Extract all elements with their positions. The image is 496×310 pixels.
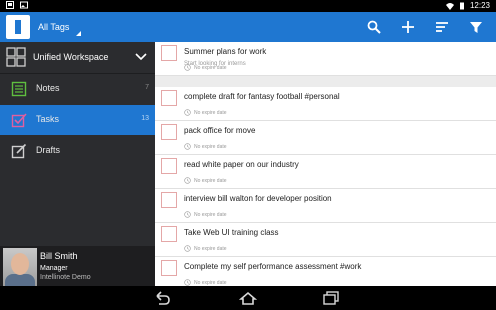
avatar	[3, 248, 37, 286]
clock-icon	[184, 109, 191, 116]
task-checkbox[interactable]	[161, 192, 177, 208]
add-icon[interactable]	[400, 19, 416, 35]
task-expire-label: No expire date	[194, 177, 227, 184]
action-bar: All Tags	[0, 12, 496, 42]
search-icon[interactable]	[366, 19, 382, 35]
user-name: Bill Smith	[40, 251, 78, 261]
task-item[interactable]: read white paper on our industry No expi…	[155, 155, 496, 189]
task-item[interactable]: pack office for move No expire date	[155, 121, 496, 155]
sidebar-item-label: Tasks	[36, 114, 60, 124]
task-expire: No expire date	[184, 109, 227, 116]
task-title: Take Web UI training class	[184, 228, 279, 237]
task-expire: No expire date	[184, 245, 227, 252]
task-title: pack office for move	[184, 126, 256, 135]
workspace-grid-icon	[6, 47, 26, 67]
tasks-icon	[11, 113, 27, 128]
task-item[interactable]: complete draft for fantasy football #per…	[155, 87, 496, 121]
sidebar-item-notes[interactable]: Notes 7	[0, 74, 155, 104]
task-checkbox[interactable]	[161, 226, 177, 242]
battery-icon	[459, 2, 464, 9]
task-item[interactable]: Summer plans for work Start looking for …	[155, 42, 496, 76]
task-item[interactable]: Take Web UI training class No expire dat…	[155, 223, 496, 257]
clock-icon	[184, 64, 191, 71]
sidebar: Unified Workspace Notes 7 Tasks 13 Draft…	[0, 42, 155, 286]
tag-filter-label: All Tags	[38, 22, 70, 32]
clock-icon	[184, 177, 191, 184]
clock-icon	[184, 143, 191, 150]
task-item[interactable]: Complete my self performance assessment …	[155, 257, 496, 286]
task-expire-label: No expire date	[194, 245, 227, 252]
task-expire: No expire date	[184, 143, 227, 150]
task-title: complete draft for fantasy football #per…	[184, 92, 340, 101]
chevron-down-icon	[135, 53, 147, 61]
workspace-selector[interactable]: Unified Workspace	[0, 42, 155, 72]
sidebar-item-label: Drafts	[36, 145, 61, 155]
task-expire-label: No expire date	[194, 143, 227, 150]
task-title: Complete my self performance assessment …	[184, 262, 362, 271]
notes-icon	[11, 81, 27, 97]
sidebar-item-count: 13	[141, 115, 149, 122]
home-icon[interactable]	[239, 290, 257, 306]
task-checkbox[interactable]	[161, 45, 177, 61]
task-expire: No expire date	[184, 279, 227, 286]
user-org: Intellinote Demo	[40, 274, 91, 281]
task-title: interview bill walton for developer posi…	[184, 194, 332, 203]
recent-apps-icon[interactable]	[322, 290, 340, 306]
clock-icon	[184, 279, 191, 286]
status-bar: 12:23	[0, 0, 496, 12]
task-title: Summer plans for work	[184, 47, 267, 56]
wifi-icon	[445, 2, 454, 10]
workspace-label: Unified Workspace	[33, 52, 109, 62]
drafts-icon	[11, 143, 27, 159]
task-expire-label: No expire date	[194, 279, 227, 286]
task-checkbox[interactable]	[161, 158, 177, 174]
task-list: Summer plans for work Start looking for …	[155, 42, 496, 286]
task-item[interactable]: interview bill walton for developer posi…	[155, 189, 496, 223]
task-expire-label: No expire date	[194, 109, 227, 116]
task-expire: No expire date	[184, 211, 227, 218]
dropdown-caret-icon	[76, 31, 82, 36]
back-icon[interactable]	[153, 290, 171, 306]
task-expire: No expire date	[184, 64, 227, 71]
task-checkbox[interactable]	[161, 260, 177, 276]
sidebar-item-label: Notes	[36, 83, 60, 93]
sort-icon[interactable]	[434, 19, 450, 35]
screenshot-icon	[6, 1, 14, 9]
user-profile-card[interactable]: Bill Smith Manager Intellinote Demo	[0, 246, 155, 286]
filter-icon[interactable]	[468, 19, 484, 35]
sidebar-item-count: 7	[145, 84, 149, 91]
user-role: Manager	[40, 265, 68, 272]
sidebar-item-drafts[interactable]: Drafts	[0, 136, 155, 166]
status-time: 12:23	[469, 1, 490, 10]
tag-filter-dropdown[interactable]: All Tags	[32, 16, 83, 38]
task-checkbox[interactable]	[161, 90, 177, 106]
app-logo[interactable]	[6, 15, 30, 39]
clock-icon	[184, 245, 191, 252]
task-title: read white paper on our industry	[184, 160, 299, 169]
image-icon	[20, 1, 28, 9]
clock-icon	[184, 211, 191, 218]
task-expire: No expire date	[184, 177, 227, 184]
sidebar-item-tasks[interactable]: Tasks 13	[0, 105, 155, 135]
task-expire-label: No expire date	[194, 64, 227, 71]
task-checkbox[interactable]	[161, 124, 177, 140]
task-expire-label: No expire date	[194, 211, 227, 218]
system-nav-bar	[0, 286, 496, 310]
